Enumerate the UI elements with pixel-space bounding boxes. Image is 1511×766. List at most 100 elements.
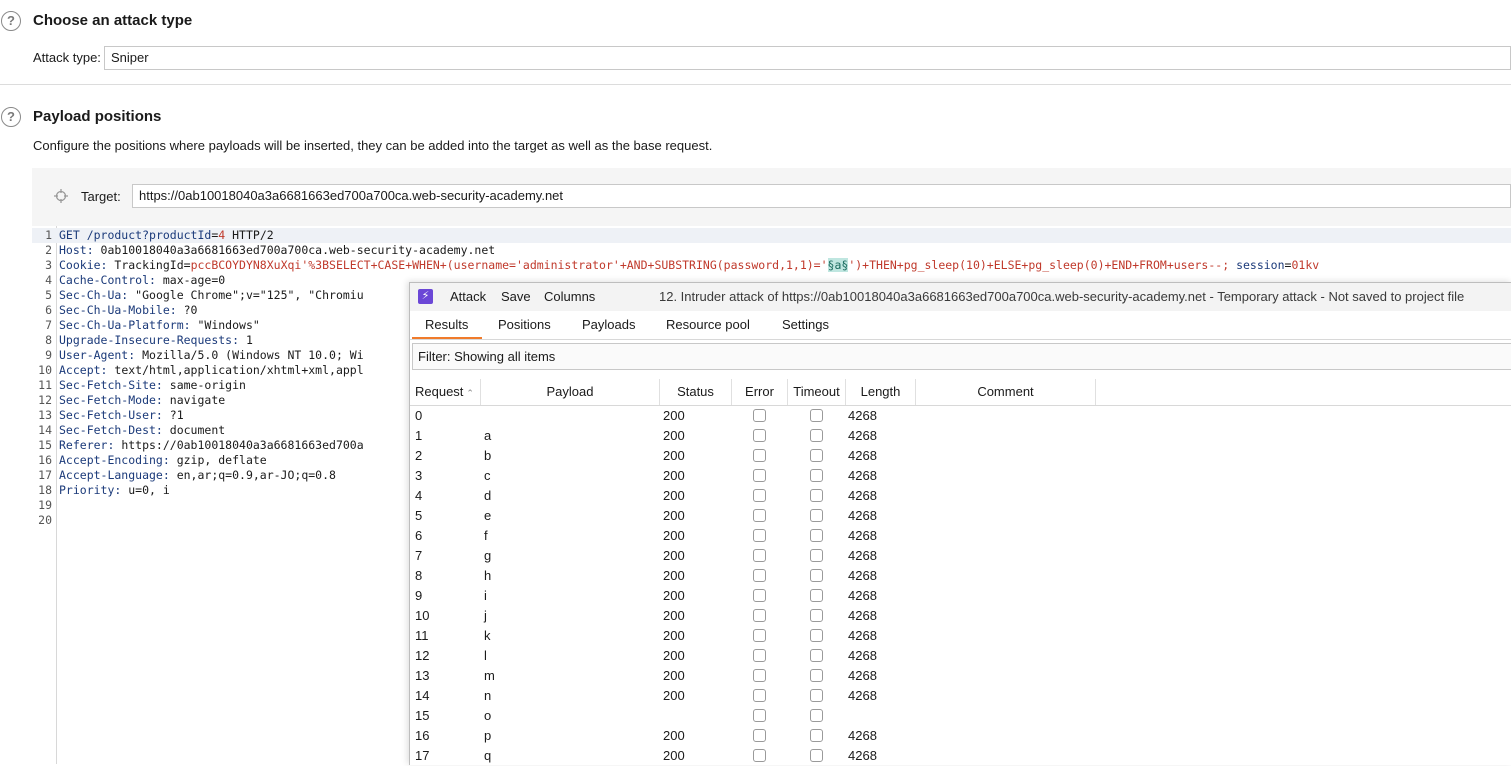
payload-cell: k — [484, 628, 491, 643]
request-line[interactable]: 1 GET /product?productId=4 HTTP/2 — [32, 228, 1511, 243]
table-row[interactable]: 16 p 200 4268 — [410, 726, 1511, 746]
error-checkbox[interactable] — [753, 409, 766, 422]
tab-resource-pool[interactable]: Resource pool — [666, 317, 750, 332]
timeout-checkbox[interactable] — [810, 689, 823, 702]
status-cell: 200 — [663, 668, 685, 683]
menu-attack[interactable]: Attack — [450, 289, 486, 304]
code-token: productId — [149, 228, 212, 242]
table-row[interactable]: 14 n 200 4268 — [410, 686, 1511, 706]
request-cell: 4 — [415, 488, 423, 503]
code-token: session — [1229, 258, 1285, 272]
timeout-checkbox[interactable] — [810, 529, 823, 542]
timeout-checkbox[interactable] — [810, 429, 823, 442]
error-checkbox[interactable] — [753, 529, 766, 542]
error-checkbox[interactable] — [753, 569, 766, 582]
payload-cell: f — [484, 528, 488, 543]
table-row[interactable]: 5 e 200 4268 — [410, 506, 1511, 526]
table-row[interactable]: 9 i 200 4268 — [410, 586, 1511, 606]
timeout-checkbox[interactable] — [810, 649, 823, 662]
timeout-checkbox[interactable] — [810, 609, 823, 622]
line-code: Priority: u=0, i — [59, 483, 170, 498]
code-token: Mozilla/5.0 (Windows NT 10.0; Wi — [135, 348, 364, 362]
menu-save[interactable]: Save — [501, 289, 531, 304]
column-error[interactable]: Error — [732, 379, 788, 405]
column-comment[interactable]: Comment — [916, 379, 1096, 405]
line-code: Cookie: TrackingId=pccBCOYDYN8XuXqi'%3BS… — [59, 258, 1319, 273]
table-row[interactable]: 2 b 200 4268 — [410, 446, 1511, 466]
timeout-checkbox[interactable] — [810, 629, 823, 642]
column-request[interactable]: Request ⌃ — [410, 379, 481, 405]
line-number: 20 — [38, 513, 52, 527]
column-length[interactable]: Length — [846, 379, 916, 405]
timeout-checkbox[interactable] — [810, 749, 823, 762]
error-checkbox[interactable] — [753, 589, 766, 602]
tab-positions[interactable]: Positions — [498, 317, 551, 332]
error-checkbox[interactable] — [753, 689, 766, 702]
error-checkbox[interactable] — [753, 749, 766, 762]
payload-positions-description: Configure the positions where payloads w… — [33, 138, 713, 153]
help-icon[interactable]: ? — [1, 107, 21, 127]
request-cell: 8 — [415, 568, 423, 583]
target-icon[interactable] — [54, 189, 68, 203]
table-row[interactable]: 0 200 4268 — [410, 406, 1511, 426]
timeout-checkbox[interactable] — [810, 489, 823, 502]
table-row[interactable]: 7 g 200 4268 — [410, 546, 1511, 566]
line-number: 17 — [38, 468, 52, 482]
table-row[interactable]: 3 c 200 4268 — [410, 466, 1511, 486]
length-cell: 4268 — [848, 628, 877, 643]
status-cell: 200 — [663, 508, 685, 523]
error-checkbox[interactable] — [753, 449, 766, 462]
table-row[interactable]: 10 j 200 4268 — [410, 606, 1511, 626]
request-line[interactable]: 3 Cookie: TrackingId=pccBCOYDYN8XuXqi'%3B… — [32, 258, 1511, 273]
code-token: max-age=0 — [155, 273, 226, 287]
tab-settings[interactable]: Settings — [782, 317, 829, 332]
timeout-checkbox[interactable] — [810, 449, 823, 462]
error-checkbox[interactable] — [753, 609, 766, 622]
error-checkbox[interactable] — [753, 509, 766, 522]
timeout-checkbox[interactable] — [810, 729, 823, 742]
table-row[interactable]: 17 q 200 4268 — [410, 746, 1511, 766]
attack-type-select[interactable]: Sniper — [104, 46, 1511, 70]
error-checkbox[interactable] — [753, 629, 766, 642]
table-row[interactable]: 6 f 200 4268 — [410, 526, 1511, 546]
table-row[interactable]: 11 k 200 4268 — [410, 626, 1511, 646]
menu-columns[interactable]: Columns — [544, 289, 595, 304]
column-timeout[interactable]: Timeout — [788, 379, 846, 405]
table-row[interactable]: 8 h 200 4268 — [410, 566, 1511, 586]
timeout-checkbox[interactable] — [810, 709, 823, 722]
timeout-checkbox[interactable] — [810, 589, 823, 602]
error-checkbox[interactable] — [753, 669, 766, 682]
timeout-checkbox[interactable] — [810, 469, 823, 482]
line-number: 8 — [45, 333, 52, 347]
timeout-checkbox[interactable] — [810, 509, 823, 522]
tab-results[interactable]: Results — [425, 317, 468, 332]
table-row[interactable]: 1 a 200 4268 — [410, 426, 1511, 446]
timeout-checkbox[interactable] — [810, 669, 823, 682]
intruder-attack-window: ⚡ Attack Save Columns 12. Intruder attac… — [409, 282, 1511, 765]
column-status[interactable]: Status — [660, 379, 732, 405]
error-checkbox[interactable] — [753, 469, 766, 482]
length-cell: 4268 — [848, 668, 877, 683]
error-checkbox[interactable] — [753, 649, 766, 662]
error-checkbox[interactable] — [753, 729, 766, 742]
table-row[interactable]: 12 l 200 4268 — [410, 646, 1511, 666]
target-input[interactable]: https://0ab10018040a3a6681663ed700a700ca… — [132, 184, 1511, 208]
timeout-checkbox[interactable] — [810, 569, 823, 582]
error-checkbox[interactable] — [753, 709, 766, 722]
payload-cell: h — [484, 568, 492, 583]
table-row[interactable]: 15 o — [410, 706, 1511, 726]
error-checkbox[interactable] — [753, 489, 766, 502]
timeout-checkbox[interactable] — [810, 549, 823, 562]
column-payload[interactable]: Payload — [481, 379, 660, 405]
request-line[interactable]: 2 Host: 0ab10018040a3a6681663ed700a700ca.… — [32, 243, 1511, 258]
error-checkbox[interactable] — [753, 429, 766, 442]
help-icon[interactable]: ? — [1, 11, 21, 31]
request-cell: 11 — [415, 628, 429, 643]
tab-payloads[interactable]: Payloads — [582, 317, 635, 332]
error-checkbox[interactable] — [753, 549, 766, 562]
table-row[interactable]: 4 d 200 4268 — [410, 486, 1511, 506]
filter-bar[interactable]: Filter: Showing all items — [412, 343, 1511, 370]
table-row[interactable]: 13 m 200 4268 — [410, 666, 1511, 686]
request-cell: 9 — [415, 588, 423, 603]
timeout-checkbox[interactable] — [810, 409, 823, 422]
